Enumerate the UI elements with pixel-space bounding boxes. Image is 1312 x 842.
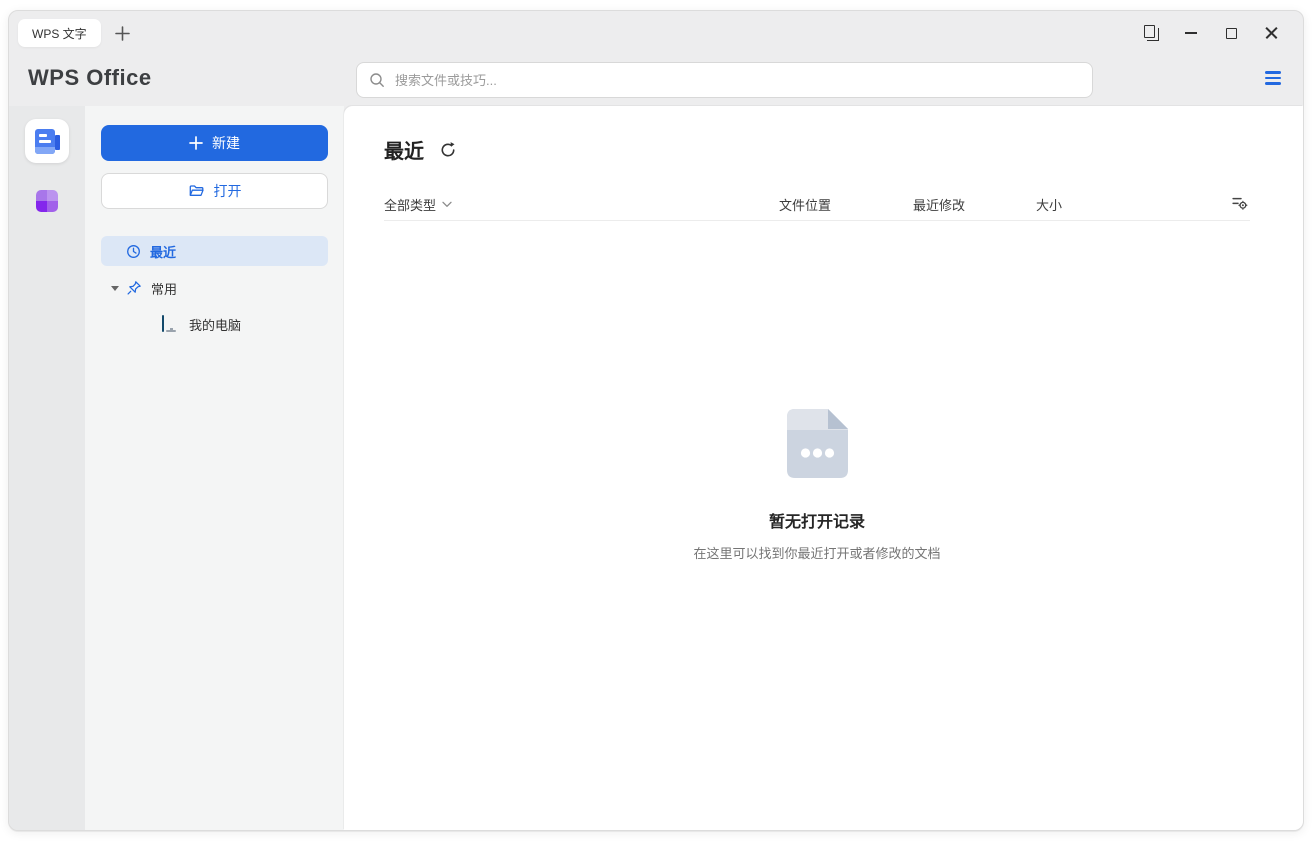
close-icon	[1265, 27, 1278, 40]
app-logo: WPS Office	[28, 65, 152, 91]
rail-item-apps[interactable]	[25, 179, 69, 223]
maximize-icon	[1226, 28, 1237, 39]
sidebar-item-label: 我的电脑	[189, 315, 241, 334]
column-header-modified[interactable]: 最近修改	[913, 195, 965, 214]
list-header: 全部类型 文件位置 最近修改 大小	[344, 191, 1303, 219]
filter-label: 全部类型	[384, 195, 436, 214]
sidebar-item-my-computer[interactable]: 我的电脑	[101, 309, 328, 339]
header-divider	[384, 220, 1250, 221]
new-button-label: 新建	[212, 133, 240, 153]
empty-state-subtitle: 在这里可以找到你最近打开或者修改的文档	[384, 543, 1250, 562]
empty-document-icon	[787, 409, 848, 478]
body: 新建 打开 最近	[9, 106, 1303, 830]
sidebar: 新建 打开 最近	[85, 106, 344, 830]
titlebar: WPS 文字	[9, 11, 1303, 55]
header: WPS Office	[9, 55, 1303, 106]
chevron-down-icon	[442, 201, 452, 208]
close-button[interactable]	[1251, 18, 1291, 48]
new-tab-button[interactable]	[107, 19, 137, 47]
window-controls	[1131, 18, 1291, 48]
open-file-button[interactable]: 打开	[101, 173, 328, 209]
computer-icon	[162, 316, 180, 332]
new-document-button[interactable]: 新建	[101, 125, 328, 161]
refresh-icon	[439, 141, 457, 159]
file-type-filter[interactable]: 全部类型	[384, 195, 452, 214]
apps-grid-icon	[36, 190, 58, 212]
sidebar-item-common[interactable]: 常用	[101, 273, 328, 303]
sidebar-item-label: 最近	[150, 242, 176, 261]
search-bar[interactable]	[356, 62, 1093, 98]
document-tab[interactable]: WPS 文字	[18, 19, 101, 47]
app-window: WPS 文字 WPS Office	[8, 10, 1304, 831]
rail-item-documents[interactable]	[25, 119, 69, 163]
collapse-arrow-icon[interactable]	[111, 286, 119, 291]
open-button-label: 打开	[214, 181, 242, 201]
search-input[interactable]	[393, 72, 1080, 89]
minimize-icon	[1185, 32, 1197, 34]
maximize-button[interactable]	[1211, 18, 1251, 48]
sidebar-item-label: 常用	[151, 279, 177, 298]
window-mode-button[interactable]	[1131, 18, 1171, 48]
document-tab-label: WPS 文字	[32, 25, 87, 42]
column-header-size[interactable]: 大小	[1036, 195, 1062, 214]
list-settings-icon	[1231, 194, 1248, 211]
hamburger-menu-icon	[1265, 71, 1281, 73]
plus-icon	[189, 136, 203, 150]
search-icon	[369, 72, 385, 88]
global-menu-button[interactable]	[1258, 63, 1288, 93]
refresh-button[interactable]	[439, 141, 457, 159]
empty-state: 暂无打开记录 在这里可以找到你最近打开或者修改的文档	[384, 409, 1250, 562]
minimize-button[interactable]	[1171, 18, 1211, 48]
plus-icon	[115, 26, 130, 41]
empty-state-title: 暂无打开记录	[384, 508, 1250, 532]
app-rail	[9, 106, 85, 830]
clock-icon	[126, 244, 141, 259]
window-mode-icon	[1144, 25, 1159, 42]
document-icon	[34, 129, 60, 154]
pin-icon	[126, 280, 142, 296]
folder-open-icon	[188, 183, 205, 199]
column-header-location[interactable]: 文件位置	[779, 195, 831, 214]
list-settings-button[interactable]	[1231, 194, 1248, 211]
sidebar-item-recent[interactable]: 最近	[101, 236, 328, 266]
page-title: 最近	[384, 135, 424, 164]
main-panel: 最近 全部类型 文件位置 最近修改 大小	[344, 106, 1303, 830]
